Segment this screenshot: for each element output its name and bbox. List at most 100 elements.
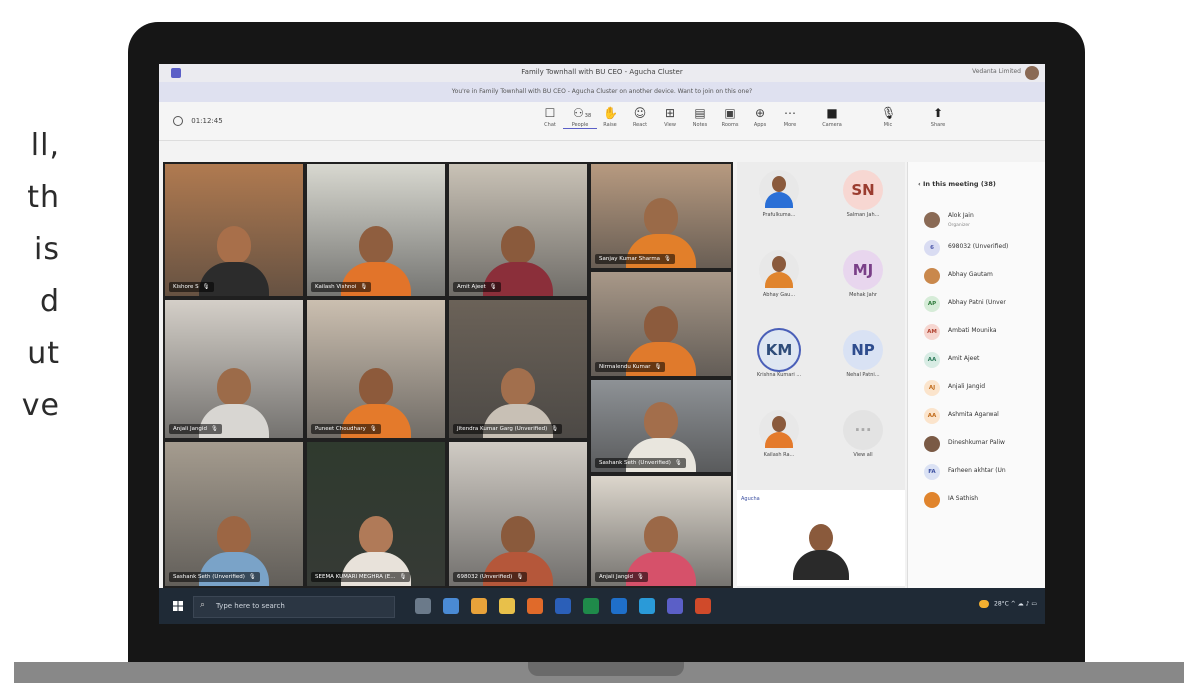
participants-header[interactable]: ‹ In this meeting (38): [918, 180, 996, 188]
side-text-line: d: [39, 284, 60, 319]
view-button[interactable]: ⊞ View: [653, 106, 687, 136]
chrome-icon[interactable]: [471, 598, 487, 614]
grid-participant[interactable]: Prafulkuma...: [737, 166, 821, 226]
excel-icon[interactable]: [583, 598, 599, 614]
user-avatar[interactable]: [1025, 66, 1039, 80]
file-explorer-icon[interactable]: [499, 598, 515, 614]
notes-button[interactable]: ▤ Notes: [683, 106, 717, 136]
participant-initials: NP: [851, 341, 875, 359]
react-button[interactable]: ☺ React: [623, 106, 657, 136]
raise-button[interactable]: ✋ Raise: [593, 106, 627, 136]
video-tile[interactable]: Anjali Jangid 🎙: [165, 300, 303, 438]
participant-name: Abhay Gau...: [762, 292, 796, 298]
participant-name: Dineshkumar Paliw: [948, 439, 1005, 446]
video-tile[interactable]: Jitendra Kumar Garg (Unverified) 🎙: [449, 300, 587, 438]
rooms-icon: ▣: [724, 106, 736, 120]
mic-button[interactable]: 🎙 Mic: [871, 106, 905, 136]
participant-head: [644, 306, 678, 344]
grid-participant[interactable]: KM Krishna Kumari ...: [737, 326, 821, 386]
windows-start-icon[interactable]: [173, 601, 183, 611]
grid-participant[interactable]: Kailash Ra...: [737, 406, 821, 466]
participant-name: Nehal Patni...: [846, 372, 880, 378]
grid-participant[interactable]: NP Nehal Patni...: [821, 326, 905, 386]
participant-row[interactable]: AP Abhay Patni (Unver: [924, 294, 1045, 314]
task-view-icon[interactable]: [415, 598, 431, 614]
participant-head: [501, 226, 535, 264]
grid-participant[interactable]: ··· View all: [821, 406, 905, 466]
side-text-line: ut: [27, 336, 60, 371]
video-tile[interactable]: Puneet Choudhary 🎙: [307, 300, 445, 438]
video-tile[interactable]: 698032 (Unverified) 🎙: [449, 442, 587, 586]
weather-text: 28°C: [994, 600, 1009, 608]
participant-name: Ambati Mounika: [948, 327, 997, 334]
share-button[interactable]: ⬆ Share: [921, 106, 955, 136]
participant-row[interactable]: AJ Anjali Jangid: [924, 378, 1045, 398]
participant-name: Abhay Gautam: [948, 271, 993, 278]
powerpoint-icon[interactable]: [695, 598, 711, 614]
participant-name: Farheen akhtar (Un: [948, 467, 1006, 474]
participant-row[interactable]: Alok Jain Organizer: [924, 210, 1045, 230]
pen-icon[interactable]: [443, 598, 459, 614]
participant-name: Sashank Seth (Unverified): [599, 460, 671, 466]
people-label: People: [563, 122, 597, 129]
grid-participant[interactable]: Abhay Gau...: [737, 246, 821, 306]
video-tile[interactable]: Anjali Jangid 🎙: [591, 476, 731, 586]
video-tile[interactable]: Sashank Seth (Unverified) 🎙: [591, 380, 731, 472]
outlook-icon[interactable]: [611, 598, 627, 614]
participant-row[interactable]: AM Ambati Mounika: [924, 322, 1045, 342]
participant-name-tag: Jitendra Kumar Garg (Unverified) 🎙: [453, 424, 563, 434]
firefox-icon[interactable]: [527, 598, 543, 614]
org-name: Vedanta Limited: [972, 68, 1021, 75]
grid-participant[interactable]: MJ Mehak Jahr: [821, 246, 905, 306]
participant-head: [359, 516, 393, 554]
participant-avatar: FA: [924, 464, 940, 480]
participant-row[interactable]: Dineshkumar Paliw: [924, 434, 1045, 454]
laptop-notch: [528, 662, 684, 676]
teams-icon[interactable]: [667, 598, 683, 614]
participant-avatar: [924, 212, 940, 228]
taskbar-search[interactable]: ⌕ Type here to search: [193, 596, 395, 618]
participant-row[interactable]: Abhay Gautam: [924, 266, 1045, 286]
avatar-photo-head: [772, 256, 786, 272]
avatar-photo-body: [765, 192, 793, 208]
word-icon[interactable]: [555, 598, 571, 614]
apps-icon: ⊕: [754, 106, 766, 120]
participant-name: Anjali Jangid: [599, 574, 633, 580]
video-tile[interactable]: Sashank Seth (Unverified) 🎙: [165, 442, 303, 586]
video-tile[interactable]: Kailash Vishnoi 🎙: [307, 164, 445, 296]
apps-button[interactable]: ⊕ Apps: [743, 106, 777, 136]
participant-avatar: [759, 170, 799, 210]
participant-name: Nirmalendu Kumar: [599, 364, 651, 370]
video-grid: Kishore S 🎙 Kailash Vishnoi 🎙 Amit Ajeet 🎙 San…: [163, 162, 733, 588]
rooms-button[interactable]: ▣ Rooms: [713, 106, 747, 136]
participant-name-tag: Sashank Seth (Unverified) 🎙: [169, 572, 260, 582]
participant-name-tag: Kishore S 🎙: [169, 282, 214, 292]
participant-avatar: [759, 250, 799, 290]
video-tile[interactable]: Sanjay Kumar Sharma 🎙: [591, 164, 731, 268]
participant-head: [644, 516, 678, 554]
join-banner[interactable]: You're in Family Townhall with BU CEO - …: [159, 82, 1045, 102]
video-tile[interactable]: Amit Ajeet 🎙: [449, 164, 587, 296]
tray-icons[interactable]: ^ ☁ ♪ ▭: [1011, 601, 1037, 608]
video-tile[interactable]: SEEMA KUMARI MEGHRA (E... 🎙: [307, 442, 445, 586]
video-tile[interactable]: Kishore S 🎙: [165, 164, 303, 296]
grid-participant[interactable]: SN Salman Jah...: [821, 166, 905, 226]
people-icon: ⚇38: [573, 106, 592, 120]
more-button[interactable]: ⋯ More: [773, 106, 807, 136]
react-icon: ☺: [633, 106, 647, 120]
participant-row[interactable]: AA Amit Ajeet: [924, 350, 1045, 370]
participant-row[interactable]: AA Ashmita Agarwal: [924, 406, 1045, 426]
edge-icon[interactable]: [639, 598, 655, 614]
participant-name: Amit Ajeet: [948, 355, 980, 362]
people-button[interactable]: ⚇38 People: [563, 106, 597, 136]
view-label: View: [664, 122, 676, 128]
participant-row[interactable]: IA Sathish: [924, 490, 1045, 510]
chat-button[interactable]: ☐ Chat: [533, 106, 567, 136]
video-tile[interactable]: Nirmalendu Kumar 🎙: [591, 272, 731, 376]
camera-button[interactable]: ■ Camera: [815, 106, 849, 136]
participant-row[interactable]: FA Farheen akhtar (Un: [924, 462, 1045, 482]
participant-head: [359, 368, 393, 406]
participant-name: Kailash Vishnoi: [315, 284, 357, 290]
window-title: Family Townhall with BU CEO - Agucha Clu…: [521, 68, 683, 76]
participant-row[interactable]: 6 698032 (Unverified): [924, 238, 1045, 258]
